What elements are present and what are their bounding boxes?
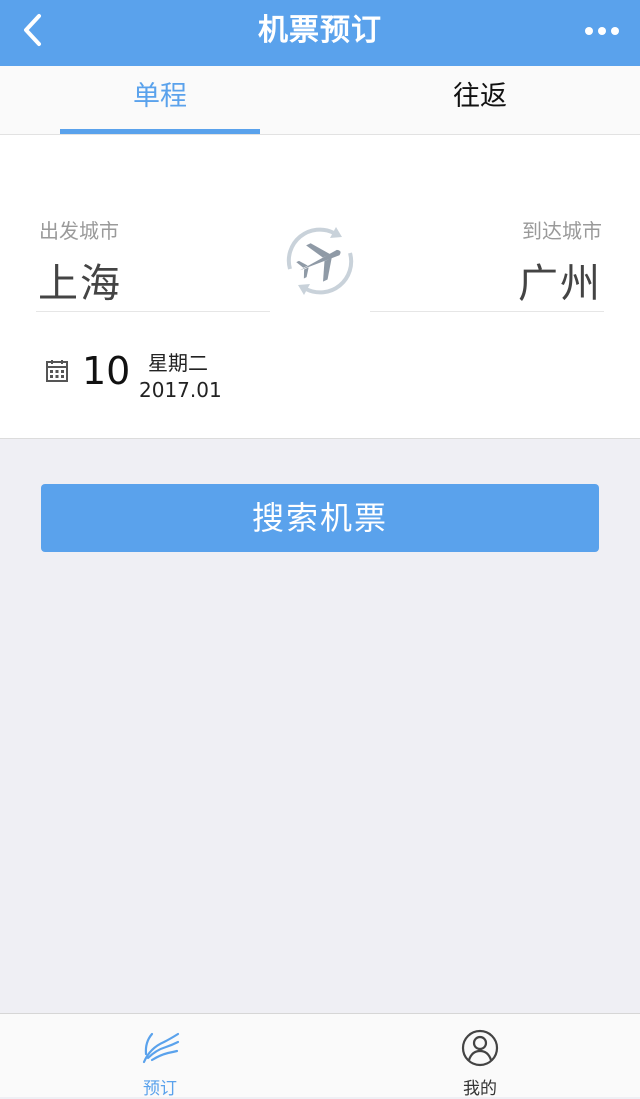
- swap-cities-button[interactable]: [276, 217, 364, 305]
- nav-item-booking[interactable]: 预订: [0, 1014, 320, 1099]
- swallow-bird-icon: [142, 1032, 180, 1064]
- bottom-tab-bar: 预订 我的: [0, 1013, 640, 1099]
- more-dot: [611, 27, 619, 35]
- search-flights-button[interactable]: 搜索机票: [41, 484, 599, 552]
- nav-label-booking: 预订: [143, 1079, 177, 1099]
- plane-swap-icon: [286, 227, 354, 295]
- tab-round-trip[interactable]: 往返: [320, 66, 640, 134]
- nav-label-mine: 我的: [463, 1079, 497, 1099]
- departure-date-day[interactable]: 10: [82, 349, 130, 393]
- calendar-icon: [46, 360, 68, 382]
- departure-city-label: 出发城市: [39, 219, 119, 243]
- nav-item-mine[interactable]: 我的: [320, 1014, 640, 1099]
- active-tab-indicator: [60, 129, 260, 134]
- tab-one-way[interactable]: 单程: [0, 66, 320, 134]
- arrival-divider: [370, 311, 604, 312]
- arrival-city[interactable]: 广州: [518, 251, 602, 309]
- more-dot: [598, 27, 606, 35]
- departure-weekday: 星期二: [148, 351, 208, 375]
- trip-type-tabs: 单程 往返: [0, 66, 640, 135]
- route-card: 出发城市 上海 到达城市 广州 10 星期二 2017.01: [0, 135, 640, 439]
- departure-divider: [36, 311, 270, 312]
- more-button[interactable]: [578, 16, 626, 46]
- arrival-city-label: 到达城市: [522, 219, 602, 243]
- departure-city[interactable]: 上海: [38, 251, 122, 309]
- nav-header: 机票预订: [0, 0, 640, 66]
- page-title: 机票预订: [258, 13, 382, 48]
- departure-year-month: 2017.01: [139, 378, 222, 402]
- more-dots-icon: [585, 27, 593, 35]
- user-circle-icon: [461, 1029, 499, 1067]
